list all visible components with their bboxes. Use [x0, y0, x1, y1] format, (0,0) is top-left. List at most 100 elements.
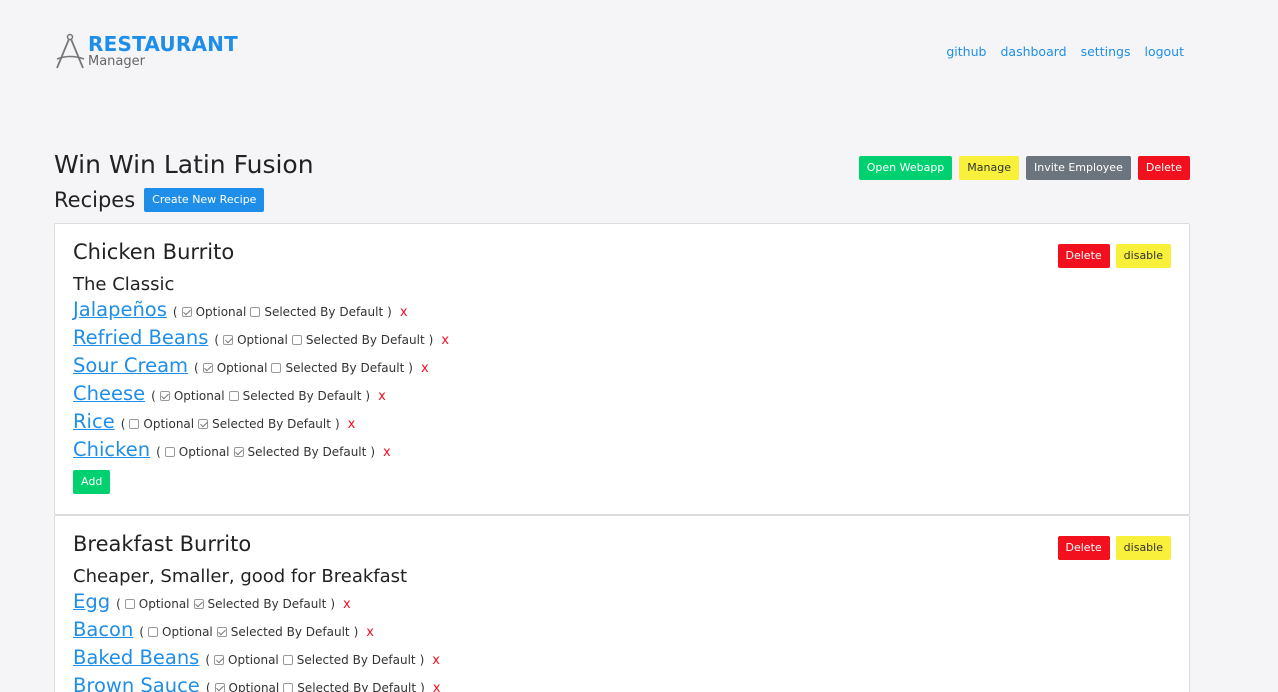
open-paren: ( — [156, 445, 161, 459]
ingredient-options: (Optional Selected By Default) x — [139, 625, 374, 640]
selected-by-default-checkbox[interactable] — [282, 655, 293, 665]
ingredient-row: Baked Beans (Optional Selected By Default)… — [73, 646, 440, 674]
recipe-actions: Delete disable — [1057, 536, 1171, 560]
optional-label: Optional — [178, 445, 230, 459]
compass-logo-icon — [56, 33, 85, 69]
selected-by-default-checkbox[interactable] — [198, 419, 209, 429]
ingredient-row: Bacon (Optional Selected By Default) x — [73, 618, 440, 646]
selected-by-default-checkbox[interactable] — [271, 363, 282, 373]
remove-ingredient-icon[interactable]: x — [366, 625, 374, 640]
selected-by-default-checkbox[interactable] — [233, 447, 244, 457]
open-paren: ( — [116, 597, 121, 611]
open-paren: ( — [214, 333, 220, 347]
ingredient-name-link[interactable]: Baked Beans — [73, 646, 199, 669]
ingredient-name-link[interactable]: Jalapeños — [73, 298, 167, 321]
nav-link-settings[interactable]: settings — [1081, 44, 1131, 59]
remove-ingredient-icon[interactable]: x — [348, 417, 356, 432]
close-paren: ) — [419, 653, 425, 667]
recipes-heading: Recipes — [54, 188, 136, 212]
ingredient-options: (Optional Selected By Default) x — [205, 653, 440, 668]
delete-recipe-button[interactable]: Delete — [1057, 536, 1110, 560]
ingredient-name-link[interactable]: Cheese — [73, 382, 145, 405]
open-paren: ( — [151, 389, 156, 403]
selected-by-default-checkbox[interactable] — [193, 599, 204, 609]
selected-by-default-label: Selected By Default — [207, 597, 327, 611]
optional-checkbox[interactable] — [214, 655, 225, 665]
nav-link-github[interactable]: github — [946, 44, 986, 59]
optional-checkbox[interactable] — [202, 363, 213, 373]
ingredient-name-link[interactable]: Bacon — [73, 618, 133, 641]
optional-checkbox[interactable] — [181, 307, 192, 317]
ingredient-list: Egg(Optional Selected By Default) x Bacon(O… — [73, 590, 440, 692]
create-recipe-button[interactable]: Create New Recipe — [144, 188, 265, 212]
ingredient-options: (Optional Selected By Default) x — [121, 417, 356, 432]
optional-checkbox[interactable] — [129, 419, 140, 429]
remove-ingredient-icon[interactable]: x — [441, 333, 449, 348]
optional-checkbox[interactable] — [148, 627, 159, 637]
recipe-name: Chicken Burrito — [73, 240, 235, 264]
recipe-card: Chicken Burrito Delete disable The Class… — [54, 223, 1190, 515]
selected-by-default-label: Selected By Default — [264, 305, 384, 319]
disable-recipe-button[interactable]: disable — [1115, 244, 1171, 268]
recipe-card: Breakfast Burrito Delete disable Cheaper… — [54, 515, 1190, 692]
close-paren: ) — [387, 305, 392, 319]
ingredient-row: Chicken (Optional Selected By Default) x — [73, 438, 449, 466]
remove-ingredient-icon[interactable]: x — [433, 681, 441, 692]
ingredient-name-link[interactable]: Refried Beans — [73, 326, 208, 349]
ingredient-options: ( Optional Selected By Default) x — [116, 597, 351, 612]
selected-by-default-checkbox[interactable] — [216, 627, 227, 637]
remove-ingredient-icon[interactable]: x — [400, 305, 408, 320]
delete-restaurant-button[interactable]: Delete — [1137, 156, 1190, 180]
selected-by-default-label: Selected By Default — [305, 333, 425, 347]
selected-by-default-checkbox[interactable] — [283, 683, 294, 692]
ingredient-options: (Optional Selected By Default) x — [206, 681, 441, 692]
delete-recipe-button[interactable]: Delete — [1057, 244, 1110, 268]
manage-button[interactable]: Manage — [959, 156, 1019, 180]
selected-by-default-label: Selected By Default — [212, 417, 331, 431]
optional-checkbox[interactable] — [159, 391, 170, 401]
optional-checkbox[interactable] — [214, 683, 225, 692]
open-paren: ( — [194, 361, 199, 375]
ingredient-row: Brown Sauce (Optional Selected By Default)… — [73, 674, 440, 692]
selected-by-default-checkbox[interactable] — [250, 307, 261, 317]
ingredient-name-link[interactable]: Chicken — [73, 438, 150, 461]
optional-checkbox[interactable] — [164, 447, 175, 457]
ingredient-name-link[interactable]: Egg — [73, 590, 110, 613]
ingredient-name-link[interactable]: Brown Sauce — [73, 674, 200, 692]
close-paren: ) — [330, 597, 336, 611]
remove-ingredient-icon[interactable]: x — [383, 445, 391, 460]
ingredient-list: Jalapeños(Optional Selected By Default) x R… — [73, 298, 449, 466]
brand-logo[interactable]: RESTAURANT Manager — [54, 30, 238, 70]
remove-ingredient-icon[interactable]: x — [378, 389, 386, 404]
ingredient-name-link[interactable]: Rice — [73, 410, 115, 433]
open-webapp-button[interactable]: Open Webapp — [858, 156, 953, 180]
ingredient-name-link[interactable]: Sour Cream — [73, 354, 188, 377]
restaurant-title: Win Win Latin Fusion — [54, 150, 314, 179]
nav-links: github dashboard settings logout — [946, 44, 1184, 59]
remove-ingredient-icon[interactable]: x — [421, 361, 429, 376]
nav-link-dashboard[interactable]: dashboard — [1000, 44, 1066, 59]
optional-label: Optional — [138, 597, 190, 611]
remove-ingredient-icon[interactable]: x — [432, 653, 440, 668]
selected-by-default-label: Selected By Default — [230, 625, 350, 639]
optional-checkbox[interactable] — [124, 599, 135, 609]
close-paren: ) — [365, 389, 371, 403]
restaurant-actions: Open Webapp Manage Invite Employee Delet… — [858, 156, 1190, 180]
selected-by-default-checkbox[interactable] — [228, 391, 239, 401]
brand-subtitle: Manager — [88, 54, 145, 69]
open-paren: ( — [205, 653, 211, 667]
ingredient-options: (Optional Selected By Default) x — [214, 333, 449, 348]
add-ingredient-button[interactable]: Add — [73, 470, 111, 494]
remove-ingredient-icon[interactable]: x — [343, 597, 351, 612]
optional-label: Optional — [228, 681, 280, 692]
invite-employee-button[interactable]: Invite Employee — [1026, 156, 1131, 180]
close-paren: ) — [428, 333, 434, 347]
selected-by-default-checkbox[interactable] — [291, 335, 302, 345]
optional-checkbox[interactable] — [223, 335, 234, 345]
optional-label: Optional — [195, 305, 247, 319]
close-paren: ) — [408, 361, 413, 375]
disable-recipe-button[interactable]: disable — [1115, 536, 1171, 560]
optional-label: Optional — [228, 653, 279, 667]
nav-link-logout[interactable]: logout — [1144, 44, 1184, 59]
ingredient-row: Sour Cream (Optional Selected By Default) x — [73, 354, 449, 382]
